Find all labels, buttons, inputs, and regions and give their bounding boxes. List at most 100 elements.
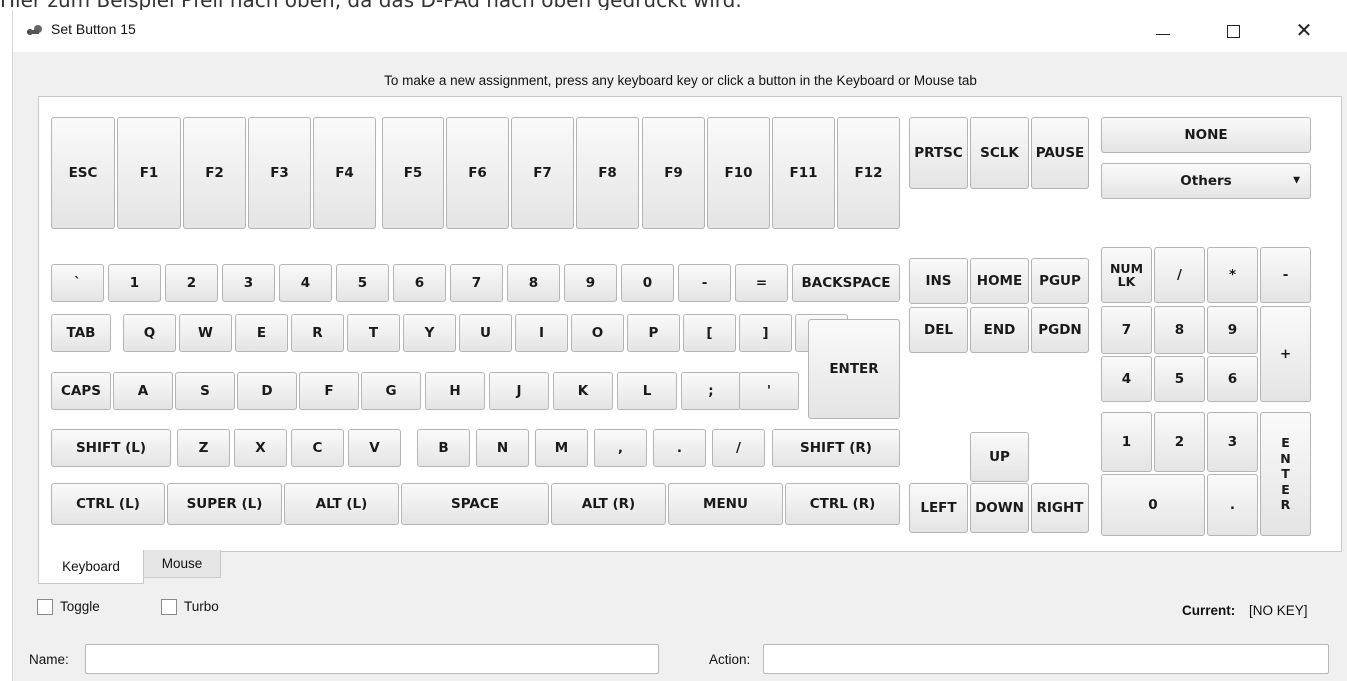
key-num-7[interactable]: 7 (1101, 306, 1152, 354)
key-esc[interactable]: ESC (51, 117, 115, 229)
key-d[interactable]: D (237, 372, 297, 410)
key-f11[interactable]: F11 (772, 117, 835, 229)
key-num-divide[interactable]: / (1154, 247, 1205, 303)
key-f10[interactable]: F10 (707, 117, 770, 229)
key-minus[interactable]: - (678, 264, 731, 302)
key-f9[interactable]: F9 (642, 117, 705, 229)
key-4[interactable]: 4 (279, 264, 332, 302)
key-h[interactable]: H (425, 372, 485, 410)
key-6[interactable]: 6 (393, 264, 446, 302)
key-r[interactable]: R (291, 314, 344, 352)
key-quote[interactable]: ' (739, 372, 799, 410)
key-end[interactable]: END (970, 307, 1029, 353)
key-down[interactable]: DOWN (970, 483, 1029, 533)
key-num-multiply[interactable]: * (1207, 247, 1258, 303)
key-e[interactable]: E (235, 314, 288, 352)
minimize-button[interactable] (1139, 10, 1185, 52)
name-input[interactable] (85, 644, 659, 674)
key-equals[interactable]: = (735, 264, 788, 302)
key-slash[interactable]: / (712, 429, 765, 467)
key-comma[interactable]: , (594, 429, 647, 467)
key-space[interactable]: SPACE (401, 483, 549, 525)
key-y[interactable]: Y (403, 314, 456, 352)
key-j[interactable]: J (489, 372, 549, 410)
key-q[interactable]: Q (123, 314, 176, 352)
key-f4[interactable]: F4 (313, 117, 376, 229)
key-del[interactable]: DEL (909, 307, 968, 353)
key-f[interactable]: F (299, 372, 359, 410)
key-num-1[interactable]: 1 (1101, 412, 1152, 472)
key-k[interactable]: K (553, 372, 613, 410)
key-ins[interactable]: INS (909, 258, 968, 304)
key-f1[interactable]: F1 (117, 117, 181, 229)
key-f6[interactable]: F6 (446, 117, 509, 229)
key-backtick[interactable]: ` (51, 264, 104, 302)
tab-keyboard[interactable]: Keyboard (38, 550, 144, 584)
key-m[interactable]: M (535, 429, 588, 467)
key-x[interactable]: X (234, 429, 287, 467)
key-ctrl-right[interactable]: CTRL (R) (785, 483, 900, 525)
key-alt-right[interactable]: ALT (R) (551, 483, 666, 525)
turbo-checkbox[interactable] (161, 599, 177, 615)
none-button[interactable]: NONE (1101, 117, 1311, 153)
toggle-checkbox[interactable] (37, 599, 53, 615)
key-num-add[interactable]: + (1260, 306, 1311, 402)
key-period[interactable]: . (653, 429, 706, 467)
key-w[interactable]: W (179, 314, 232, 352)
key-num-8[interactable]: 8 (1154, 306, 1205, 354)
key-shift-left[interactable]: SHIFT (L) (51, 429, 171, 467)
key-enter[interactable]: ENTER (808, 319, 900, 419)
key-v[interactable]: V (348, 429, 401, 467)
key-right[interactable]: RIGHT (1031, 483, 1089, 533)
key-0[interactable]: 0 (621, 264, 674, 302)
key-b[interactable]: B (417, 429, 470, 467)
key-ctrl-left[interactable]: CTRL (L) (51, 483, 165, 525)
key-caps[interactable]: CAPS (51, 372, 111, 410)
key-8[interactable]: 8 (507, 264, 560, 302)
key-semicolon[interactable]: ; (681, 372, 741, 410)
key-s[interactable]: S (175, 372, 235, 410)
key-i[interactable]: I (515, 314, 568, 352)
key-a[interactable]: A (113, 372, 173, 410)
key-pgdn[interactable]: PGDN (1031, 307, 1089, 353)
key-l[interactable]: L (617, 372, 677, 410)
close-button[interactable]: ✕ (1281, 10, 1327, 52)
key-f8[interactable]: F8 (576, 117, 639, 229)
key-num-9[interactable]: 9 (1207, 306, 1258, 354)
key-num-4[interactable]: 4 (1101, 356, 1152, 402)
key-t[interactable]: T (347, 314, 400, 352)
key-f2[interactable]: F2 (183, 117, 246, 229)
key-alt-left[interactable]: ALT (L) (284, 483, 399, 525)
others-dropdown[interactable]: Others ▼ (1101, 163, 1311, 199)
key-menu[interactable]: MENU (668, 483, 783, 525)
key-prtsc[interactable]: PRTSC (909, 117, 968, 189)
maximize-button[interactable] (1210, 10, 1256, 52)
key-num-5[interactable]: 5 (1154, 356, 1205, 402)
key-g[interactable]: G (361, 372, 421, 410)
key-5[interactable]: 5 (336, 264, 389, 302)
key-num-lock[interactable]: NUM LK (1101, 247, 1152, 303)
key-num-enter[interactable]: E N T E R (1260, 412, 1311, 536)
key-lbracket[interactable]: [ (683, 314, 736, 352)
key-f5[interactable]: F5 (382, 117, 444, 229)
key-p[interactable]: P (627, 314, 680, 352)
key-f12[interactable]: F12 (837, 117, 900, 229)
key-num-0[interactable]: 0 (1101, 474, 1205, 536)
tab-mouse[interactable]: Mouse (143, 550, 221, 578)
key-rbracket[interactable]: ] (739, 314, 792, 352)
key-7[interactable]: 7 (450, 264, 503, 302)
key-u[interactable]: U (459, 314, 512, 352)
key-o[interactable]: O (571, 314, 624, 352)
key-1[interactable]: 1 (108, 264, 161, 302)
key-pgup[interactable]: PGUP (1031, 258, 1089, 304)
key-9[interactable]: 9 (564, 264, 617, 302)
key-f3[interactable]: F3 (248, 117, 311, 229)
key-2[interactable]: 2 (165, 264, 218, 302)
key-num-2[interactable]: 2 (1154, 412, 1205, 472)
key-n[interactable]: N (476, 429, 529, 467)
action-input[interactable] (763, 644, 1329, 674)
key-sclk[interactable]: SCLK (970, 117, 1029, 189)
key-z[interactable]: Z (177, 429, 230, 467)
key-3[interactable]: 3 (222, 264, 275, 302)
key-tab[interactable]: TAB (51, 314, 111, 352)
